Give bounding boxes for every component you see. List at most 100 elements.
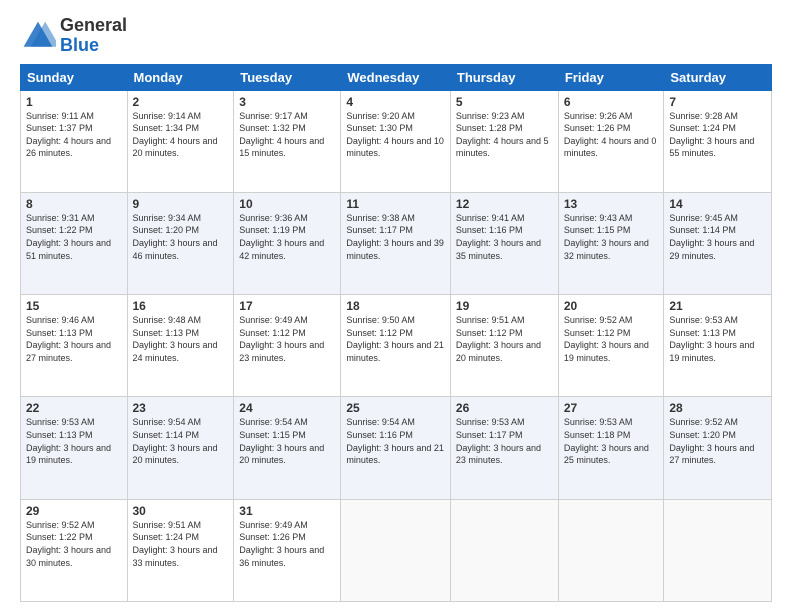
calendar-week-row: 8Sunrise: 9:31 AMSunset: 1:22 PMDaylight…	[21, 192, 772, 294]
calendar-cell: 5Sunrise: 9:23 AMSunset: 1:28 PMDaylight…	[450, 90, 558, 192]
day-info: Sunrise: 9:49 AMSunset: 1:26 PMDaylight:…	[239, 519, 335, 569]
calendar-cell: 16Sunrise: 9:48 AMSunset: 1:13 PMDayligh…	[127, 295, 234, 397]
calendar-cell: 27Sunrise: 9:53 AMSunset: 1:18 PMDayligh…	[558, 397, 664, 499]
calendar-week-row: 22Sunrise: 9:53 AMSunset: 1:13 PMDayligh…	[21, 397, 772, 499]
day-info: Sunrise: 9:51 AMSunset: 1:12 PMDaylight:…	[456, 314, 553, 364]
day-number: 20	[564, 299, 659, 313]
calendar-cell: 30Sunrise: 9:51 AMSunset: 1:24 PMDayligh…	[127, 499, 234, 601]
calendar-cell	[450, 499, 558, 601]
day-number: 25	[346, 401, 445, 415]
day-info: Sunrise: 9:49 AMSunset: 1:12 PMDaylight:…	[239, 314, 335, 364]
day-info: Sunrise: 9:53 AMSunset: 1:13 PMDaylight:…	[26, 416, 122, 466]
day-number: 17	[239, 299, 335, 313]
day-number: 19	[456, 299, 553, 313]
calendar-cell: 8Sunrise: 9:31 AMSunset: 1:22 PMDaylight…	[21, 192, 128, 294]
day-info: Sunrise: 9:23 AMSunset: 1:28 PMDaylight:…	[456, 110, 553, 160]
day-number: 5	[456, 95, 553, 109]
header-day-thursday: Thursday	[450, 64, 558, 90]
header-day-saturday: Saturday	[664, 64, 772, 90]
day-number: 12	[456, 197, 553, 211]
calendar-cell	[341, 499, 451, 601]
day-number: 23	[133, 401, 229, 415]
calendar-cell: 20Sunrise: 9:52 AMSunset: 1:12 PMDayligh…	[558, 295, 664, 397]
calendar-cell: 26Sunrise: 9:53 AMSunset: 1:17 PMDayligh…	[450, 397, 558, 499]
day-info: Sunrise: 9:43 AMSunset: 1:15 PMDaylight:…	[564, 212, 659, 262]
calendar-cell: 9Sunrise: 9:34 AMSunset: 1:20 PMDaylight…	[127, 192, 234, 294]
calendar-cell: 12Sunrise: 9:41 AMSunset: 1:16 PMDayligh…	[450, 192, 558, 294]
page: General Blue SundayMondayTuesdayWednesda…	[0, 0, 792, 612]
calendar-cell: 25Sunrise: 9:54 AMSunset: 1:16 PMDayligh…	[341, 397, 451, 499]
day-number: 14	[669, 197, 766, 211]
calendar-cell: 13Sunrise: 9:43 AMSunset: 1:15 PMDayligh…	[558, 192, 664, 294]
day-number: 29	[26, 504, 122, 518]
day-number: 1	[26, 95, 122, 109]
calendar-cell	[664, 499, 772, 601]
calendar-body: 1Sunrise: 9:11 AMSunset: 1:37 PMDaylight…	[21, 90, 772, 601]
calendar-cell: 2Sunrise: 9:14 AMSunset: 1:34 PMDaylight…	[127, 90, 234, 192]
day-info: Sunrise: 9:53 AMSunset: 1:17 PMDaylight:…	[456, 416, 553, 466]
day-number: 7	[669, 95, 766, 109]
calendar-cell: 28Sunrise: 9:52 AMSunset: 1:20 PMDayligh…	[664, 397, 772, 499]
calendar-cell: 10Sunrise: 9:36 AMSunset: 1:19 PMDayligh…	[234, 192, 341, 294]
calendar-table: SundayMondayTuesdayWednesdayThursdayFrid…	[20, 64, 772, 602]
day-number: 10	[239, 197, 335, 211]
day-info: Sunrise: 9:14 AMSunset: 1:34 PMDaylight:…	[133, 110, 229, 160]
calendar-cell: 21Sunrise: 9:53 AMSunset: 1:13 PMDayligh…	[664, 295, 772, 397]
calendar-cell: 4Sunrise: 9:20 AMSunset: 1:30 PMDaylight…	[341, 90, 451, 192]
calendar-cell: 14Sunrise: 9:45 AMSunset: 1:14 PMDayligh…	[664, 192, 772, 294]
day-info: Sunrise: 9:54 AMSunset: 1:15 PMDaylight:…	[239, 416, 335, 466]
day-number: 30	[133, 504, 229, 518]
day-number: 16	[133, 299, 229, 313]
header: General Blue	[20, 16, 772, 56]
day-info: Sunrise: 9:36 AMSunset: 1:19 PMDaylight:…	[239, 212, 335, 262]
day-number: 11	[346, 197, 445, 211]
day-number: 26	[456, 401, 553, 415]
day-number: 3	[239, 95, 335, 109]
day-info: Sunrise: 9:52 AMSunset: 1:20 PMDaylight:…	[669, 416, 766, 466]
day-info: Sunrise: 9:52 AMSunset: 1:12 PMDaylight:…	[564, 314, 659, 364]
calendar-cell: 24Sunrise: 9:54 AMSunset: 1:15 PMDayligh…	[234, 397, 341, 499]
calendar-cell: 17Sunrise: 9:49 AMSunset: 1:12 PMDayligh…	[234, 295, 341, 397]
header-day-sunday: Sunday	[21, 64, 128, 90]
day-info: Sunrise: 9:53 AMSunset: 1:13 PMDaylight:…	[669, 314, 766, 364]
day-number: 8	[26, 197, 122, 211]
day-info: Sunrise: 9:48 AMSunset: 1:13 PMDaylight:…	[133, 314, 229, 364]
calendar-cell: 22Sunrise: 9:53 AMSunset: 1:13 PMDayligh…	[21, 397, 128, 499]
calendar-header-row: SundayMondayTuesdayWednesdayThursdayFrid…	[21, 64, 772, 90]
logo-text-blue: Blue	[60, 36, 127, 56]
day-info: Sunrise: 9:11 AMSunset: 1:37 PMDaylight:…	[26, 110, 122, 160]
day-number: 13	[564, 197, 659, 211]
day-info: Sunrise: 9:31 AMSunset: 1:22 PMDaylight:…	[26, 212, 122, 262]
day-info: Sunrise: 9:53 AMSunset: 1:18 PMDaylight:…	[564, 416, 659, 466]
day-info: Sunrise: 9:38 AMSunset: 1:17 PMDaylight:…	[346, 212, 445, 262]
day-info: Sunrise: 9:28 AMSunset: 1:24 PMDaylight:…	[669, 110, 766, 160]
calendar-cell: 15Sunrise: 9:46 AMSunset: 1:13 PMDayligh…	[21, 295, 128, 397]
calendar-cell	[558, 499, 664, 601]
day-number: 24	[239, 401, 335, 415]
day-number: 6	[564, 95, 659, 109]
day-number: 9	[133, 197, 229, 211]
day-number: 4	[346, 95, 445, 109]
logo-text-general: General	[60, 16, 127, 36]
day-info: Sunrise: 9:34 AMSunset: 1:20 PMDaylight:…	[133, 212, 229, 262]
day-info: Sunrise: 9:52 AMSunset: 1:22 PMDaylight:…	[26, 519, 122, 569]
day-number: 15	[26, 299, 122, 313]
calendar-cell: 19Sunrise: 9:51 AMSunset: 1:12 PMDayligh…	[450, 295, 558, 397]
day-info: Sunrise: 9:51 AMSunset: 1:24 PMDaylight:…	[133, 519, 229, 569]
day-info: Sunrise: 9:54 AMSunset: 1:16 PMDaylight:…	[346, 416, 445, 466]
day-number: 27	[564, 401, 659, 415]
calendar-cell: 23Sunrise: 9:54 AMSunset: 1:14 PMDayligh…	[127, 397, 234, 499]
calendar-cell: 6Sunrise: 9:26 AMSunset: 1:26 PMDaylight…	[558, 90, 664, 192]
day-info: Sunrise: 9:41 AMSunset: 1:16 PMDaylight:…	[456, 212, 553, 262]
header-day-wednesday: Wednesday	[341, 64, 451, 90]
day-info: Sunrise: 9:46 AMSunset: 1:13 PMDaylight:…	[26, 314, 122, 364]
calendar-cell: 1Sunrise: 9:11 AMSunset: 1:37 PMDaylight…	[21, 90, 128, 192]
calendar-cell: 3Sunrise: 9:17 AMSunset: 1:32 PMDaylight…	[234, 90, 341, 192]
calendar-week-row: 29Sunrise: 9:52 AMSunset: 1:22 PMDayligh…	[21, 499, 772, 601]
day-number: 18	[346, 299, 445, 313]
logo: General Blue	[20, 16, 127, 56]
calendar-cell: 7Sunrise: 9:28 AMSunset: 1:24 PMDaylight…	[664, 90, 772, 192]
day-number: 31	[239, 504, 335, 518]
day-number: 28	[669, 401, 766, 415]
day-info: Sunrise: 9:26 AMSunset: 1:26 PMDaylight:…	[564, 110, 659, 160]
